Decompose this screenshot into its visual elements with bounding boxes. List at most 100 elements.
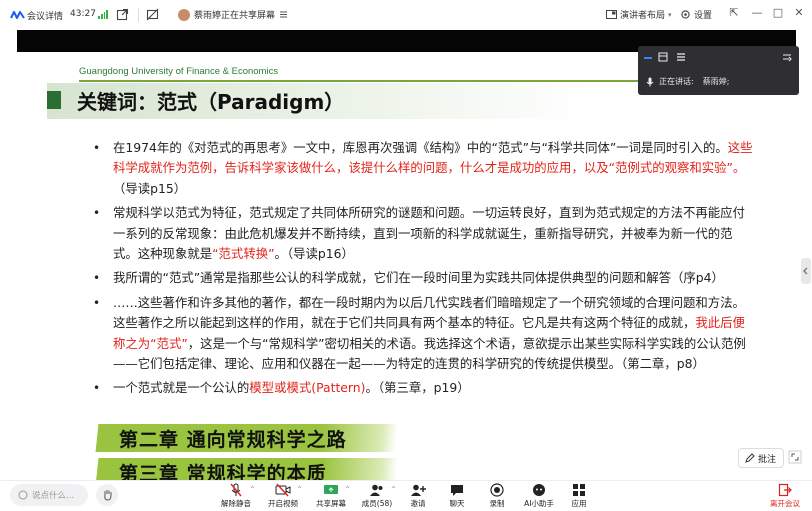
toolbar-label: 解除静音 [221,499,251,508]
toolbar-label: 应用 [571,499,587,508]
bullet-text: （导读p15） [113,180,187,196]
record-icon [490,483,504,497]
camera-off-icon [275,483,291,497]
pin-icon[interactable]: ⇱ [726,6,742,19]
header-rule [79,80,679,82]
toolbar-label: AI小助手 [524,499,554,508]
mic-muted-icon [230,483,242,497]
chapter-heading: 第三章 常规科学的本质 [119,463,327,480]
university-name: Guangdong University of Finance & Econom… [79,66,279,77]
settings-button[interactable]: 设置 [680,8,712,21]
bullet-text: 。（第三章，p19） [365,380,470,396]
toolbar-label: 开启视频 [268,499,298,508]
toolbar-label: 聊天 [449,499,465,508]
speaking-label: 正在讲话: [659,77,694,86]
leave-meeting-button[interactable]: 离开会议 [764,483,806,509]
chat-placeholder: 说点什么... [32,491,75,501]
chat-bubble-icon [18,490,28,500]
popout-icon[interactable] [116,8,129,21]
leave-icon [778,483,792,497]
chat-icon [451,485,463,496]
highlight-text: “范式转换” [212,246,275,262]
bullet-text: 在1974年的《对范式的再思考》一文中，库恩再次强调《结构》中的“范式”与“科学… [113,140,728,155]
meeting-toolbar: 说点什么... 解除静音 ^ 开启视频 ^ 共享屏幕 ^ 成员(58) ^ 邀请… [0,480,812,511]
close-icon[interactable]: ✕ [791,6,807,19]
gallery-view-icon[interactable] [658,52,668,62]
stop-share-icon[interactable] [146,8,159,21]
minimize-icon[interactable]: — [749,6,765,19]
bullet-text: ，这是一个与“常规科学”密切相关的术语。我选择这个术语，意欲提示出某些实际科学实… [113,335,746,372]
mic-icon [646,77,654,86]
bullet-item: 在1974年的《对范式的再思考》一文中，库恩再次强调《结构》中的“范式”与“科学… [93,138,753,199]
quick-chat-input[interactable]: 说点什么... [10,484,88,506]
chevron-up-icon[interactable]: ^ [391,486,396,493]
invite-icon [411,484,426,496]
ai-assistant-button[interactable]: AI小助手 [518,483,560,509]
divider [138,8,139,22]
toolbar-label: 录制 [489,499,505,508]
maximize-icon[interactable]: □ [770,6,786,19]
raise-hand-icon [103,490,111,501]
bullet-item: 我所谓的“范式”通常是指那些公认的科学成就，它们在一段时间里为实践共同体提供典型… [93,268,753,289]
apps-button[interactable]: 应用 [558,483,600,509]
meeting-details-link[interactable]: 会议详情 [27,9,63,22]
leave-label: 离开会议 [770,499,800,508]
bullet-text: 。（导读p16） [274,246,354,262]
layout-icon [606,9,617,19]
bullet-text: 一个范式就是一个公认的 [113,380,250,396]
share-screen-button[interactable]: 共享屏幕 ^ [310,483,352,509]
bullet-text: 常规科学以范式为特征，范式规定了共同体所研究的谜题和问题。一切运转良好，直到为范… [113,205,745,262]
toolbar-label: 邀请 [410,499,426,508]
layout-label: 演讲者布局 [620,11,666,21]
raise-hand-button[interactable] [96,484,118,506]
menu-icon [280,11,288,18]
meeting-timer: 43:27 [70,9,96,19]
annotate-button[interactable]: 批注 [738,448,784,468]
chevron-up-icon[interactable]: ^ [345,486,350,493]
bullet-item: 常规科学以范式为特征，范式规定了共同体所研究的谜题和问题。一切运转良好，直到为范… [93,203,753,264]
list-view-icon[interactable] [676,52,686,62]
speaker-name: 蔡雨婷; [702,77,730,86]
gear-icon [681,10,690,19]
members-button[interactable]: 成员(58) ^ [356,483,398,509]
record-button[interactable]: 录制 [476,483,518,509]
pen-icon [745,452,755,463]
unmute-button[interactable]: 解除静音 ^ [215,483,257,509]
title-marker [47,91,61,109]
chevron-up-icon[interactable]: ^ [297,486,302,493]
speaking-indicator: 正在讲话: 蔡雨婷; [646,76,729,87]
ai-assistant-icon [533,484,545,496]
share-screen-icon [324,485,338,494]
tencent-meeting-logo-icon [10,11,25,19]
invite-button[interactable]: 邀请 [397,483,439,509]
slide-title: 关键词：范式（Paradigm） [77,90,345,114]
bullet-list: 在1974年的《对范式的再思考》一文中，库恩再次强调《结构》中的“范式”与“科学… [93,138,753,403]
chevron-down-icon: ▾ [668,10,672,19]
bullet-item: ……这些著作和许多其他的著作，都在一段时期内为以后几代实践者们暗暗规定了一个研究… [93,293,753,375]
active-tab-indicator [644,57,652,59]
bullet-text: 我所谓的“范式”通常是指那些公认的科学成就，它们在一段时间里为实践共同体提供典型… [113,270,724,286]
chevron-left-icon [803,267,808,275]
sharing-status-text: 蔡雨婷正在共享屏幕 [194,11,276,21]
settings-label: 设置 [694,11,713,21]
collapse-icon[interactable] [782,52,792,62]
members-icon [370,484,383,496]
bullet-item: 一个范式就是一个公认的模型或模式(Pattern)。（第三章，p19） [93,378,753,399]
start-video-button[interactable]: 开启视频 ^ [262,483,304,509]
layout-button[interactable]: 演讲者布局 ▾ [606,8,672,21]
shared-slide: Guangdong University of Finance & Econom… [17,52,796,480]
network-signal-icon[interactable] [98,9,108,19]
apps-icon [573,484,585,496]
screen-share-indicator[interactable]: 蔡雨婷正在共享屏幕 [178,8,288,21]
toolbar-label: 共享屏幕 [316,499,346,508]
chevron-up-icon[interactable]: ^ [250,486,255,493]
bullet-text: ……这些著作和许多其他的著作，都在一段时期内为以后几代实践者们暗暗规定了一个研究… [113,294,745,331]
side-panel-handle[interactable] [801,258,811,284]
fullscreen-icon[interactable] [788,450,802,464]
toolbar-label: 成员(58) [361,499,393,508]
annotate-label: 批注 [758,454,777,465]
title-bar: 会议详情 43:27 蔡雨婷正在共享屏幕 演讲者布局 ▾ 设置 ⇱ — □ ✕ [0,0,812,30]
chat-button[interactable]: 聊天 [436,483,478,509]
avatar [178,8,190,21]
speaker-float-panel[interactable]: 正在讲话: 蔡雨婷; [638,46,799,95]
